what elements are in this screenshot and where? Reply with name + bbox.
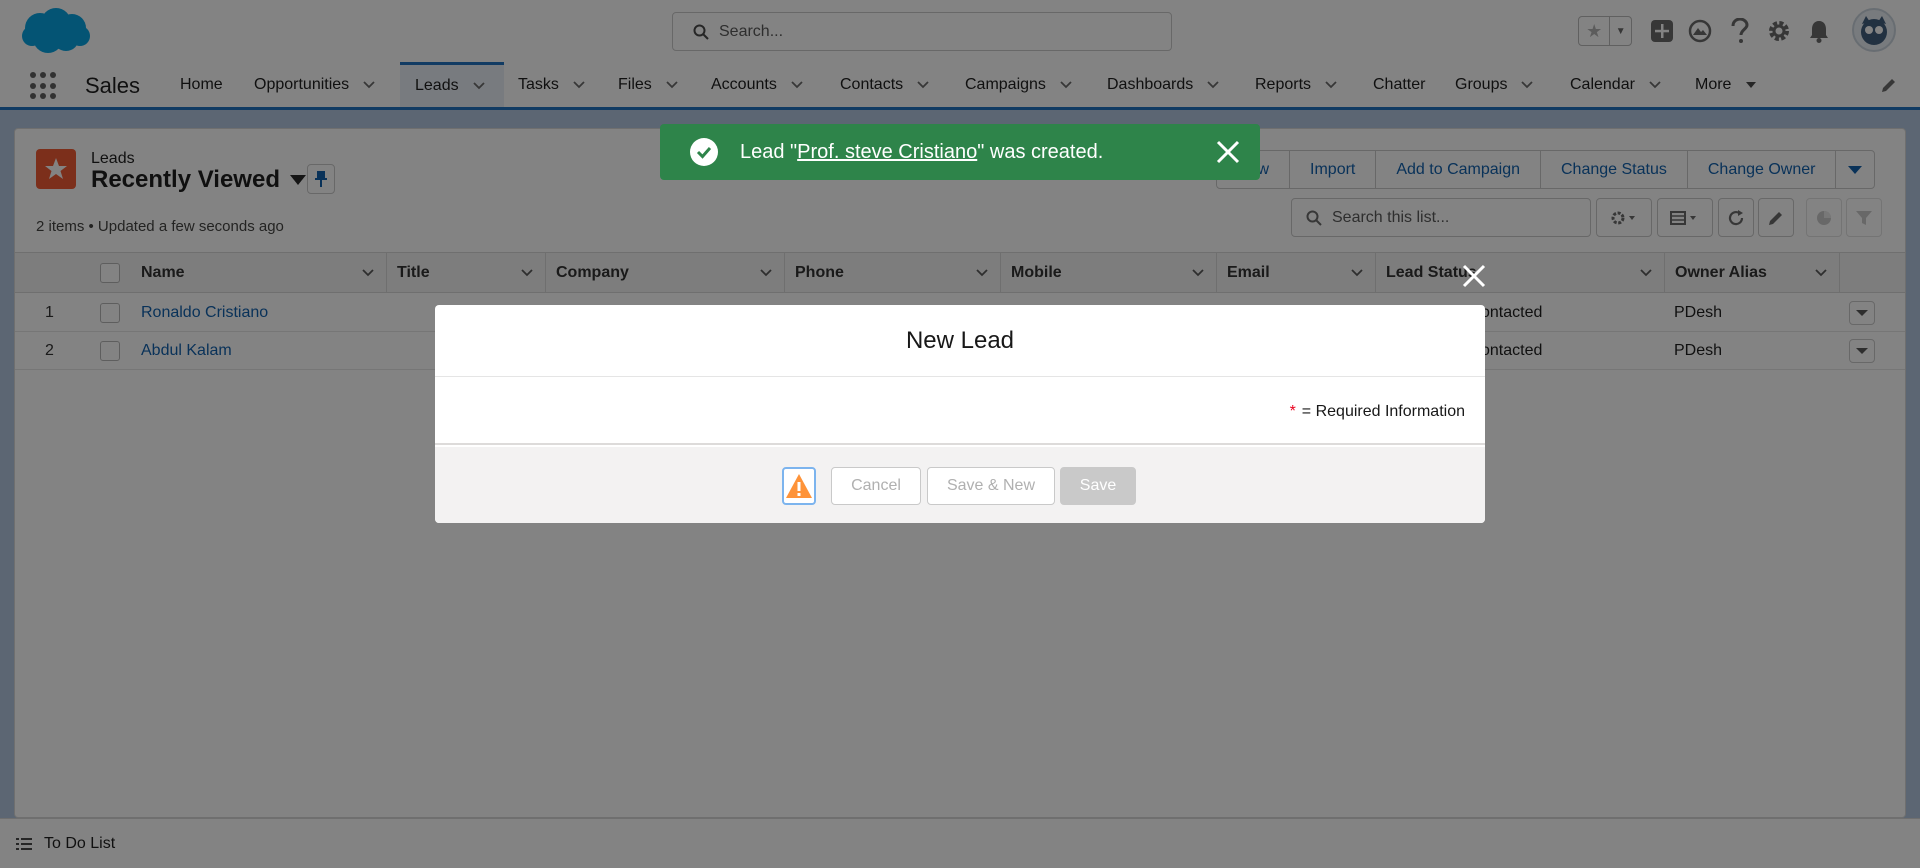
new-lead-modal: New Lead * = Required Information Cancel … — [435, 305, 1485, 523]
close-icon[interactable] — [1460, 262, 1488, 290]
error-warning-button[interactable] — [782, 467, 816, 505]
success-toast: Lead "Prof. steve Cristiano" was created… — [660, 124, 1260, 180]
warning-icon — [786, 474, 812, 498]
created-lead-link[interactable]: Prof. steve Cristiano — [797, 141, 977, 163]
required-asterisk: * — [1289, 403, 1296, 420]
modal-body: * = Required Information — [435, 377, 1485, 445]
modal-title: New Lead — [905, 326, 1015, 354]
toast-message: Lead "Prof. steve Cristiano" was created… — [740, 140, 1104, 163]
modal-footer: Cancel Save & New Save — [435, 447, 1485, 523]
save-and-new-button[interactable]: Save & New — [927, 467, 1055, 505]
save-button[interactable]: Save — [1060, 467, 1136, 505]
modal-header: New Lead — [435, 305, 1485, 377]
required-info-legend: * = Required Information — [1289, 403, 1465, 420]
success-check-icon — [690, 138, 718, 166]
close-icon[interactable] — [1214, 138, 1242, 166]
cancel-button[interactable]: Cancel — [831, 467, 921, 505]
